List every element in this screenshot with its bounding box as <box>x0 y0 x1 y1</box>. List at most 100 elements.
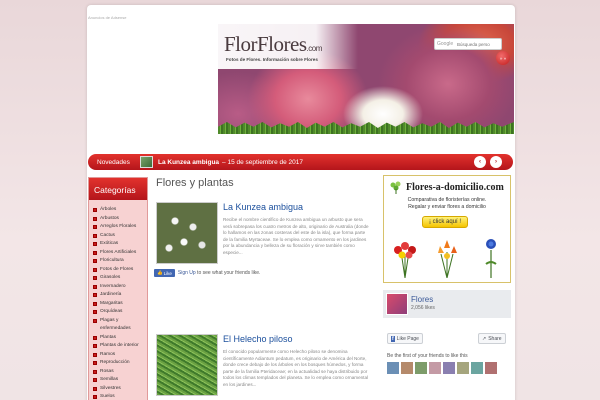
category-item[interactable]: Cactus <box>93 232 147 241</box>
bullet-icon <box>93 293 97 297</box>
category-label: Semillas <box>100 377 119 382</box>
page-container: Anuncios de Adsense FlorFlores.com Fotos… <box>87 5 515 400</box>
category-label: Margaritas <box>100 300 123 306</box>
like-signup-text: Sign Up to see what your friends like. <box>178 270 261 276</box>
category-item[interactable]: Arreglos Florales <box>93 223 147 232</box>
fb-like-page-label: Like Page <box>396 335 419 342</box>
like-suffix: to see what your friends like. <box>195 270 261 276</box>
signup-link[interactable]: Sign Up <box>178 270 196 276</box>
friend-avatar[interactable] <box>485 362 497 374</box>
bullet-icon <box>93 386 97 391</box>
header-banner: FlorFlores.com Fotos de Flores. Informac… <box>218 24 514 134</box>
fb-logo-icon: f <box>391 335 395 342</box>
news-thumbnail[interactable] <box>140 156 153 168</box>
post-title-link[interactable]: El Helecho piloso <box>223 334 293 344</box>
friend-avatar[interactable] <box>415 362 427 374</box>
friend-avatar[interactable] <box>457 362 469 374</box>
ad-click-button[interactable]: ¡ click aquí ! <box>422 216 468 228</box>
fb-like-page-button[interactable]: f Like Page <box>387 333 423 344</box>
category-item[interactable]: Arbustos <box>93 215 147 224</box>
category-label: Reproducción <box>100 360 130 365</box>
category-item[interactable]: Invernadero <box>93 283 147 292</box>
like-label: Like <box>163 270 172 276</box>
news-ticker: Novedades La Kunzea ambigua – 15 de sept… <box>88 154 513 170</box>
category-label: Arreglos Florales <box>100 224 137 229</box>
category-item[interactable]: Exóticas <box>93 240 147 249</box>
category-item[interactable]: Reproducción <box>93 359 147 368</box>
category-item[interactable]: Plagas y enfermedades <box>93 317 147 334</box>
categories-title: Categorías <box>89 178 147 200</box>
friend-avatar[interactable] <box>401 362 413 374</box>
category-item[interactable]: Semillas <box>93 376 147 385</box>
facebook-page-widget: Flores 2,056 likes f Like Page ↗ Share B… <box>383 290 511 400</box>
category-item[interactable]: Flores Artificiales <box>93 249 147 258</box>
category-label: Plantas <box>100 334 116 340</box>
fb-share-button[interactable]: ↗ Share <box>478 333 506 344</box>
bullet-icon <box>93 361 97 365</box>
bullet-icon <box>93 344 97 348</box>
bouquet-red-icon <box>394 242 416 278</box>
fb-like-count: 2,056 likes <box>411 305 435 311</box>
fb-friend-faces <box>387 362 497 374</box>
category-item[interactable]: Árboles <box>93 206 147 215</box>
category-item[interactable]: Ramos <box>93 351 147 360</box>
fb-header: Flores 2,056 likes <box>383 290 511 318</box>
category-item[interactable]: Jardinería <box>93 291 147 300</box>
categories-list: Árboles Arbustos Arreglos Florales Cactus Ex… <box>89 200 147 400</box>
category-item[interactable]: Margaritas <box>93 300 147 309</box>
section-title: Flores y plantas <box>156 177 234 189</box>
bouquet-blue-icon <box>485 239 497 278</box>
category-item[interactable]: Plantas <box>93 334 147 343</box>
logo-text: FlorFlores <box>224 32 307 56</box>
category-item[interactable]: Silvestres <box>93 385 147 394</box>
friend-avatar[interactable] <box>387 362 399 374</box>
fb-like-button[interactable]: 👍 Like <box>154 269 175 277</box>
florist-ad[interactable]: Flores-a-domicilio.com Comparativa de fl… <box>383 175 511 283</box>
share-icon: ↗ <box>482 335 487 342</box>
bullet-icon <box>93 259 97 263</box>
category-label: Suelos <box>100 394 115 399</box>
category-label: Arbustos <box>100 215 119 221</box>
friend-avatar[interactable] <box>429 362 441 374</box>
category-label: Ramos <box>100 351 116 357</box>
google-brand: Google <box>437 41 454 47</box>
category-label: Orquídeas <box>100 309 123 314</box>
site-logo[interactable]: FlorFlores.com <box>224 32 322 57</box>
category-item[interactable]: Floricultura <box>93 257 147 266</box>
post-thumbnail[interactable] <box>156 334 218 396</box>
fb-page-name[interactable]: Flores <box>411 295 433 304</box>
fb-share-label: Share <box>488 335 502 342</box>
search-box: Google <box>434 38 502 50</box>
fb-page-avatar[interactable] <box>386 293 408 315</box>
ad-subtitle: Comparativa de floristerías online. Rega… <box>384 197 510 210</box>
category-label: Silvestres <box>100 385 121 391</box>
bullet-icon <box>93 318 97 323</box>
bullet-icon <box>93 301 97 306</box>
friend-avatar[interactable] <box>443 362 455 374</box>
bullet-icon <box>93 284 97 289</box>
category-item[interactable]: Suelos <box>93 393 147 400</box>
bullet-icon <box>93 369 97 374</box>
friend-avatar[interactable] <box>471 362 483 374</box>
news-date: – 15 de septiembre de 2017 <box>222 158 303 166</box>
search-button[interactable]: » » <box>496 51 510 65</box>
category-item[interactable]: Rosas <box>93 368 147 377</box>
category-label: Exóticas <box>100 241 119 246</box>
news-next-button[interactable]: › <box>490 156 502 168</box>
post-excerpt: El conocido popularmente como Helecho pi… <box>223 349 369 387</box>
bullet-icon <box>93 352 97 357</box>
logo-tld: .com <box>306 44 323 53</box>
site-tagline: Fotos de Flores. Información sobre Flore… <box>226 57 318 62</box>
category-item[interactable]: Orquídeas <box>93 308 147 317</box>
category-item[interactable]: Fotos de Flores <box>93 266 147 275</box>
category-item[interactable]: Girasoles <box>93 274 147 283</box>
news-prev-button[interactable]: ‹ <box>474 156 486 168</box>
search-input[interactable] <box>457 41 499 47</box>
category-item[interactable]: Plantas de interior <box>93 342 147 351</box>
news-title-link[interactable]: La Kunzea ambigua <box>158 159 219 166</box>
post-thumbnail[interactable] <box>156 202 218 264</box>
bullet-icon <box>93 310 97 314</box>
post-title-link[interactable]: La Kunzea ambigua <box>223 202 303 212</box>
post-excerpt: Recibe el nombre científico de Kunzea am… <box>223 217 369 255</box>
bullet-icon <box>93 395 97 399</box>
